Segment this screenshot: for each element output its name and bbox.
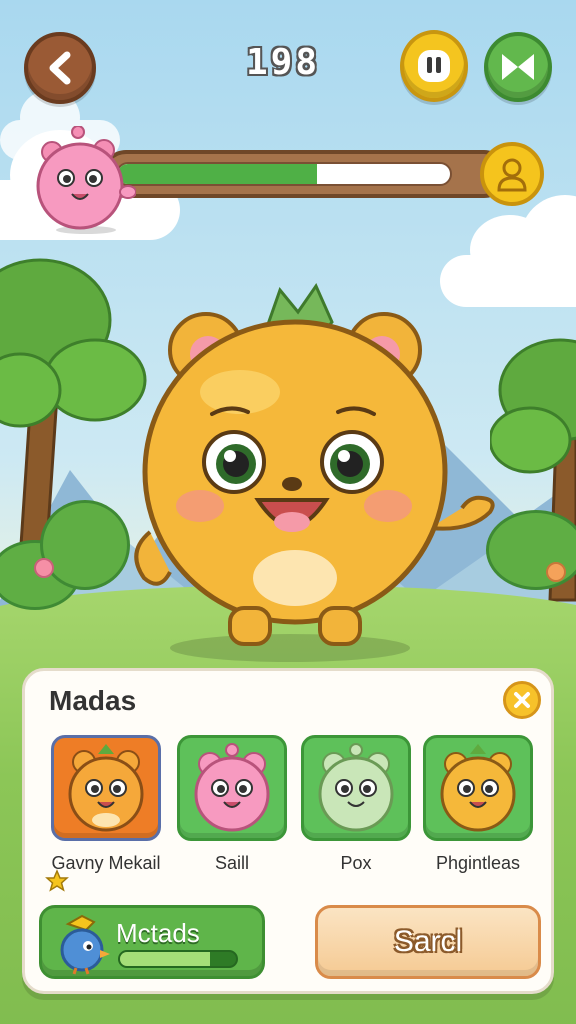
close-icon bbox=[514, 692, 530, 708]
sarcl-button[interactable]: Sarcl bbox=[315, 905, 541, 979]
panel-title: Madas bbox=[49, 685, 137, 716]
orange-creature-portrait bbox=[68, 744, 144, 832]
character-option-gavny-mekail[interactable]: Gavny Mekail bbox=[51, 735, 161, 874]
pause-button[interactable] bbox=[400, 30, 468, 102]
character-select-panel: Madas Gavny Mekail Saill Pox Phgintleas … bbox=[22, 668, 554, 994]
character-name: Saill bbox=[214, 853, 249, 873]
pink-creature-avatar bbox=[36, 126, 136, 234]
character-card[interactable] bbox=[301, 735, 411, 841]
pause-icon bbox=[418, 50, 450, 82]
level-progress-bar bbox=[102, 150, 508, 198]
bush bbox=[40, 500, 130, 590]
flower bbox=[34, 558, 54, 578]
character-card[interactable] bbox=[423, 735, 533, 841]
mctads-progress-bar bbox=[118, 950, 238, 968]
mctads-button-label: Mctads bbox=[116, 918, 200, 948]
mctads-progress-fill bbox=[120, 952, 211, 966]
character-option-saill[interactable]: Saill bbox=[177, 735, 287, 874]
progress-track-inner bbox=[116, 162, 452, 186]
close-button[interactable] bbox=[503, 681, 541, 719]
sarcl-button-label: Sarcl bbox=[393, 925, 463, 958]
mctads-button[interactable]: Mctads bbox=[39, 905, 265, 979]
character-name: Phgintleas bbox=[435, 853, 521, 873]
character-card[interactable] bbox=[51, 735, 161, 841]
star-icon bbox=[45, 869, 69, 892]
character-option-pox[interactable]: Pox bbox=[301, 735, 411, 874]
person-icon bbox=[497, 158, 527, 192]
character-name: Pox bbox=[340, 853, 372, 873]
score-counter: 198 bbox=[245, 42, 321, 83]
main-yellow-creature bbox=[134, 282, 495, 662]
yellow-creature-portrait bbox=[440, 744, 516, 832]
fast-forward-icon bbox=[502, 54, 534, 80]
mint-creature-portrait bbox=[318, 743, 394, 832]
character-option-phgintleas[interactable]: Phgintleas bbox=[423, 735, 533, 874]
flower bbox=[546, 562, 566, 582]
pink-creature-portrait bbox=[194, 743, 270, 832]
fast-forward-button[interactable] bbox=[484, 32, 552, 102]
back-button[interactable] bbox=[24, 32, 96, 104]
blue-bird-icon bbox=[60, 914, 110, 975]
chevron-left-icon bbox=[49, 51, 71, 85]
progress-fill bbox=[118, 164, 318, 184]
profile-button[interactable] bbox=[480, 142, 544, 206]
character-card[interactable] bbox=[177, 735, 287, 841]
